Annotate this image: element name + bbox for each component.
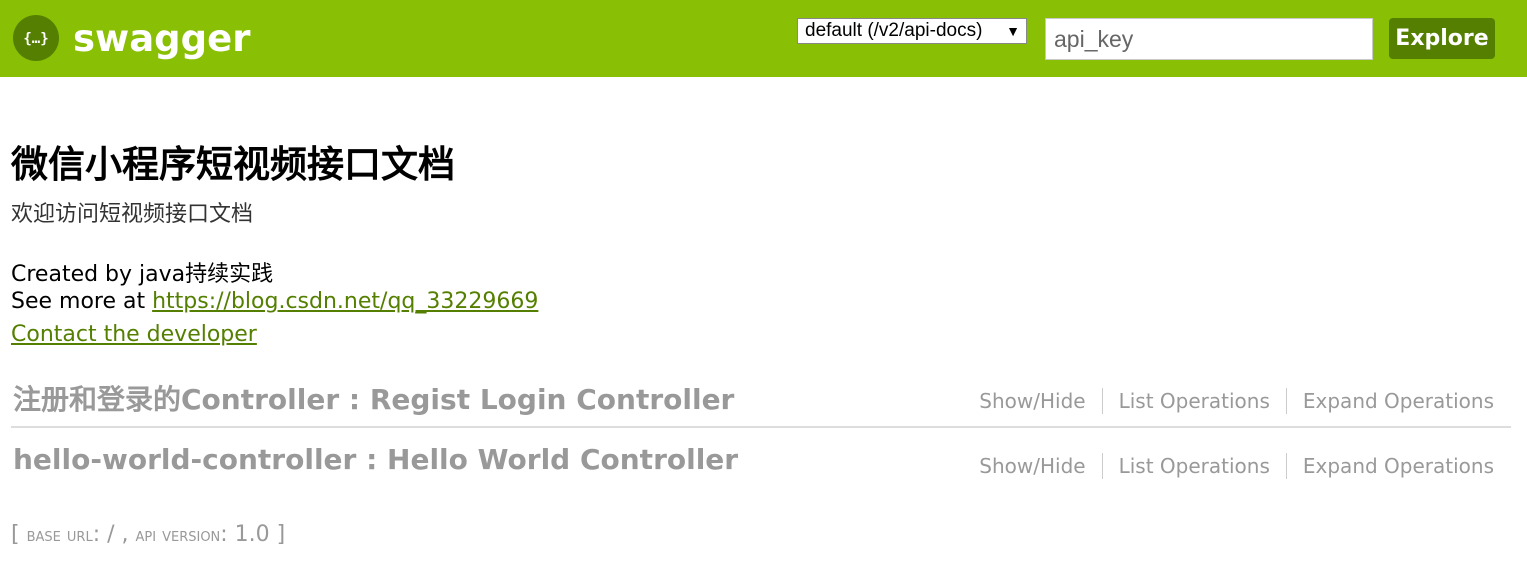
swagger-braces-icon: {…}	[13, 15, 59, 61]
contact-line: Contact the developer	[11, 322, 257, 347]
footer-open: [	[11, 522, 27, 547]
api-key-input[interactable]	[1045, 18, 1373, 60]
resource-ops: Show/Hide List Operations Expand Operati…	[963, 453, 1494, 479]
base-url-label: base url	[26, 524, 93, 546]
see-more-prefix: See more at	[11, 289, 153, 314]
see-more-link[interactable]: https://blog.csdn.net/qq_33229669	[152, 289, 538, 314]
list-operations-link[interactable]: List Operations	[1103, 454, 1286, 478]
base-url-value: : / ,	[92, 522, 136, 547]
show-hide-link[interactable]: Show/Hide	[963, 389, 1101, 413]
resource-hello-world: hello-world-controller : Hello World Con…	[11, 443, 1511, 495]
see-more-line: See more at https://blog.csdn.net/qq_332…	[11, 289, 538, 314]
api-spec-select[interactable]: default (/v2/api-docs) ▼	[797, 18, 1027, 44]
resource-regist-login: 注册和登录的Controller : Regist Login Controll…	[11, 378, 1511, 430]
expand-operations-link[interactable]: Expand Operations	[1287, 454, 1494, 478]
explore-button[interactable]: Explore	[1389, 18, 1495, 59]
resource-name[interactable]: hello-world-controller : Hello World Con…	[13, 443, 738, 476]
contact-developer-link[interactable]: Contact the developer	[11, 322, 257, 347]
api-description: 欢迎访问短视频接口文档	[11, 202, 254, 227]
resource-ops: Show/Hide List Operations Expand Operati…	[963, 388, 1494, 414]
top-bar: {…} swagger default (/v2/api-docs) ▼ Exp…	[0, 0, 1527, 77]
svg-text:{…}: {…}	[23, 31, 48, 47]
api-version-value: : 1.0 ]	[220, 522, 286, 547]
resource-name[interactable]: 注册和登录的Controller : Regist Login Controll…	[13, 378, 734, 418]
created-by-text: Created by java持续实践	[11, 262, 274, 287]
logo-text: swagger	[73, 16, 251, 60]
api-version-label: api version	[135, 524, 221, 546]
expand-operations-link[interactable]: Expand Operations	[1287, 389, 1494, 413]
caret-down-icon: ▼	[1006, 23, 1020, 39]
list-operations-link[interactable]: List Operations	[1103, 389, 1286, 413]
api-footer: [ base url: / , api version: 1.0 ]	[11, 522, 285, 547]
api-spec-select-value: default (/v2/api-docs)	[805, 20, 983, 41]
resource-divider	[11, 426, 1511, 428]
logo[interactable]: {…} swagger	[13, 14, 250, 62]
page-title: 微信小程序短视频接口文档	[11, 143, 455, 186]
show-hide-link[interactable]: Show/Hide	[963, 454, 1101, 478]
